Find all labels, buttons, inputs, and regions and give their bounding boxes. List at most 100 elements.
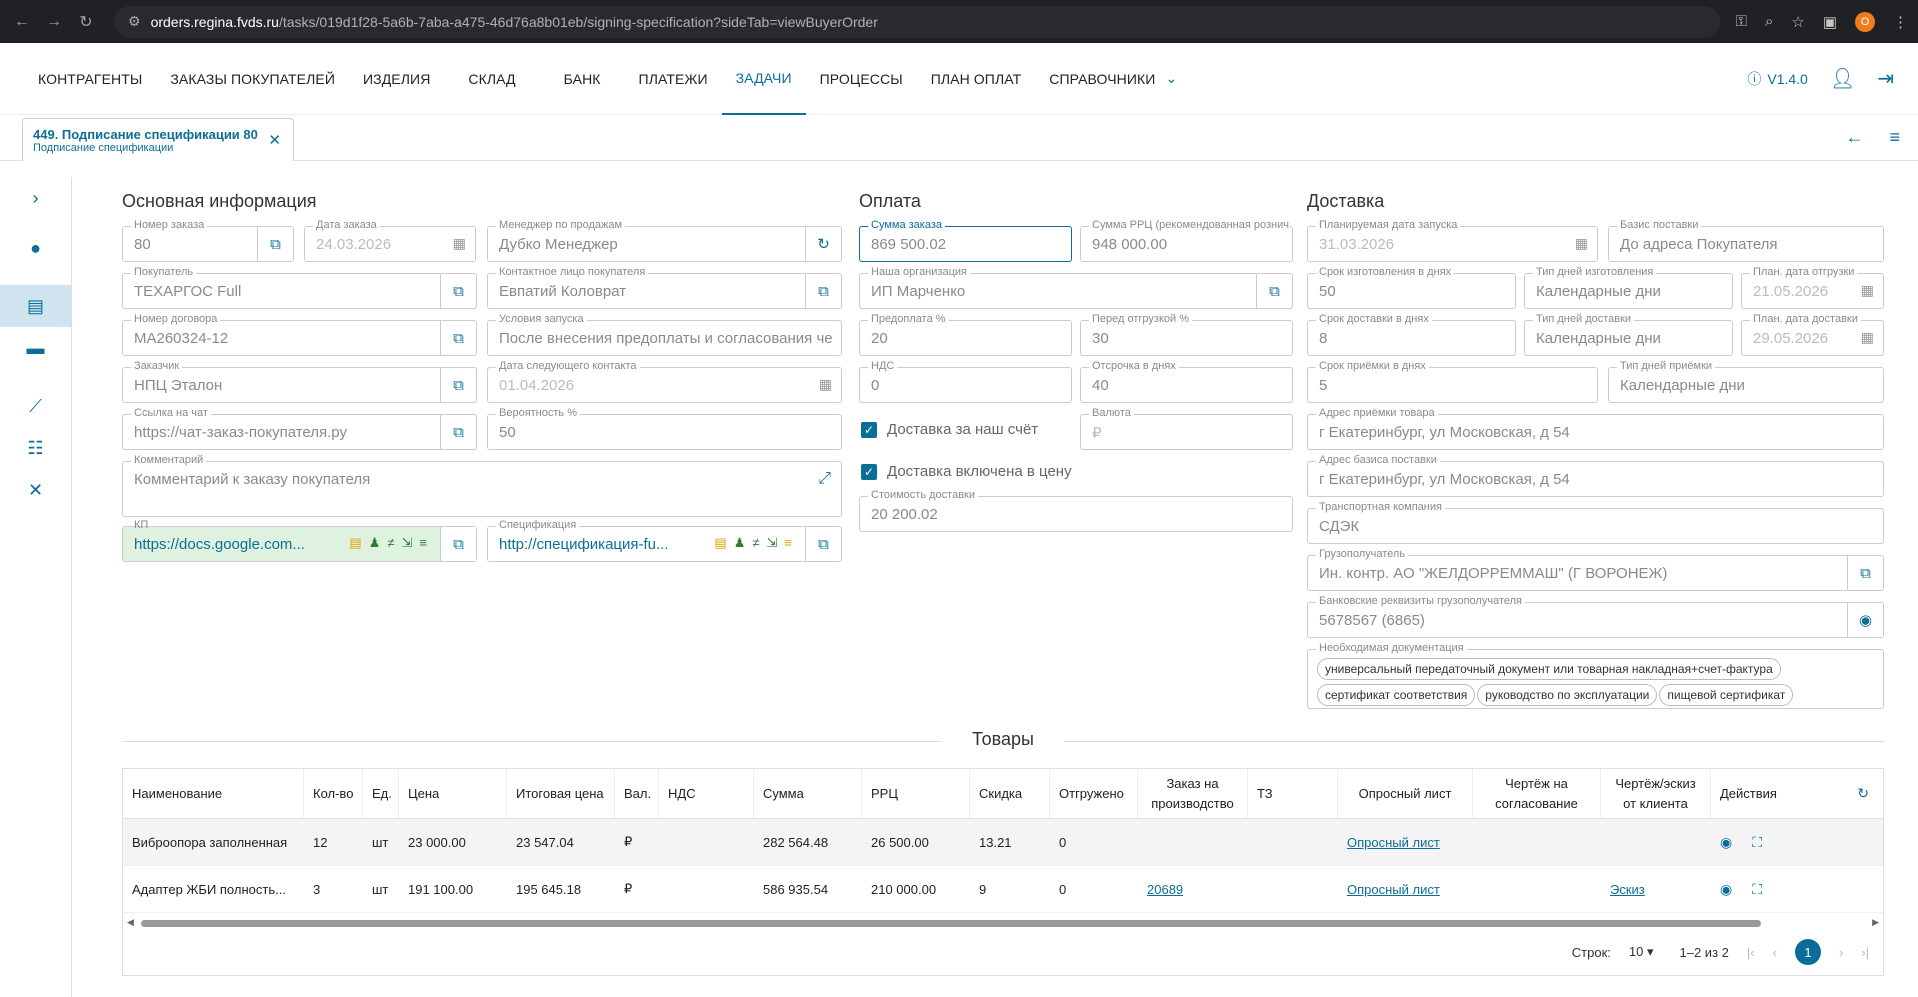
kp-field[interactable]: КП https://docs.google.com... ▤♟≠⇲≡ ⧉ <box>122 519 477 562</box>
open-link-icon[interactable]: ⧉ <box>440 274 476 308</box>
before-ship-field[interactable]: Перед отгрузкой % 30 <box>1080 313 1293 356</box>
refresh-icon[interactable]: ↻ <box>1857 785 1869 802</box>
doc-chip[interactable]: пищевой сертификат <box>1659 684 1794 706</box>
table-row[interactable]: Виброопора заполненная 12 шт 23 000.00 2… <box>123 819 1883 866</box>
next-page-icon[interactable]: › <box>1839 945 1843 960</box>
sign-in-icon[interactable]: ⇲ <box>767 535 785 550</box>
doc-chip[interactable]: руководство по эксплуатации <box>1477 684 1658 706</box>
nav-payments[interactable]: ПЛАТЕЖИ <box>625 43 722 115</box>
scroll-thumb[interactable] <box>141 920 1761 927</box>
probability-field[interactable]: Вероятность % 50 <box>487 407 842 450</box>
address-bar[interactable]: ⚙ orders.regina.fvds.ru/tasks/019d1f28-5… <box>114 5 1720 38</box>
col-header[interactable]: РРЦ <box>862 769 970 818</box>
contact-field[interactable]: Контактное лицо покупателя Евпатий Коловр… <box>487 266 842 309</box>
comment-field[interactable]: Комментарий Комментарий к заказу покупате… <box>122 454 842 517</box>
arrow-left-icon[interactable]: ← <box>1845 127 1863 148</box>
nav-kontragenty[interactable]: КОНТРАГЕНТЫ <box>24 43 156 115</box>
eye-icon[interactable]: ◉ <box>1847 603 1883 637</box>
col-header[interactable]: Ед. <box>363 769 399 818</box>
acc-days-field[interactable]: Срок приёмки в днях 5 <box>1307 360 1598 403</box>
open-link-icon[interactable]: ⧉ <box>1847 556 1883 590</box>
scroll-right-icon[interactable]: ▶ <box>1872 917 1879 928</box>
forward-icon[interactable]: → <box>42 13 66 31</box>
bank-field[interactable]: Банковские реквизиты грузополучателя 5678… <box>1307 595 1884 638</box>
rows-per-page-select[interactable]: 10 ▾ <box>1629 944 1654 960</box>
contract-field[interactable]: Номер договора МА260324-12 ⧉ <box>122 313 477 356</box>
refresh-icon[interactable]: ↻ <box>805 227 841 261</box>
page-button[interactable]: 1 <box>1794 939 1821 965</box>
reject-icon[interactable]: ≠ <box>387 535 401 550</box>
doc-chip[interactable]: сертификат соответствия <box>1317 684 1476 706</box>
order-no-field[interactable]: Номер заказа 80 ⧉ <box>122 219 294 262</box>
open-link-icon[interactable]: ⧉ <box>440 527 476 561</box>
open-link-icon[interactable]: ⧉ <box>440 321 476 355</box>
prepay-field[interactable]: Предоплата % 20 <box>859 313 1072 356</box>
star-icon[interactable]: ☆ <box>1791 13 1804 31</box>
zoom-icon[interactable]: ⌕ <box>1765 13 1773 30</box>
nav-references[interactable]: СПРАВОЧНИКИ ⌄ <box>1035 43 1191 115</box>
acc-addr-field[interactable]: Адрес приёмки товара г Екатеринбург, ул М… <box>1307 407 1884 450</box>
rrc-sum-field[interactable]: Сумма РРЦ (рекомендованная розничная цен… <box>1080 219 1293 262</box>
next-contact-field[interactable]: Дата следующего контакта 01.04.2026 ▦ <box>487 360 842 403</box>
open-link-icon[interactable]: ⧉ <box>805 274 841 308</box>
doc-chip[interactable]: универсальный передаточный документ или … <box>1317 658 1781 680</box>
nav-processes[interactable]: ПРОЦЕССЫ <box>806 43 917 115</box>
cell-survey-link[interactable]: Опросный лист <box>1338 835 1473 850</box>
chat-icon[interactable]: ▬ <box>0 327 71 369</box>
hamburger-icon[interactable]: ≡ <box>1889 127 1900 148</box>
acc-type-field[interactable]: Тип дней приёмки Календарные дни <box>1608 360 1884 403</box>
col-header[interactable]: Чертёж/эскиз от клиента <box>1601 769 1711 818</box>
col-header[interactable]: Вал. <box>615 769 659 818</box>
del-date-field[interactable]: План. дата доставки 29.05.2026 ▦ <box>1741 313 1884 356</box>
chat-link-field[interactable]: Ссылка на чат https://чат-заказ-покупател… <box>122 407 477 450</box>
tasks-list-icon[interactable]: ☷ <box>0 427 71 469</box>
col-header[interactable]: Отгружено <box>1050 769 1138 818</box>
profile-avatar[interactable]: O <box>1855 11 1875 32</box>
manager-field[interactable]: Менеджер по продажам Дубко Менеджер ↻ <box>487 219 842 262</box>
doc-icon[interactable]: ▤ <box>349 535 368 550</box>
fullscreen-icon[interactable]: ⛶ <box>1752 881 1762 898</box>
reject-icon[interactable]: ≠ <box>752 535 766 550</box>
cell-survey-link[interactable]: Опросный лист <box>1338 882 1473 897</box>
open-link-icon[interactable]: ⧉ <box>257 227 293 261</box>
horizontal-scrollbar[interactable]: ◀ ▶ <box>123 917 1883 929</box>
basis-field[interactable]: Базис поставки До адреса Покупателя <box>1608 219 1884 262</box>
kp-value[interactable]: https://docs.google.com... <box>134 536 316 553</box>
spec-value[interactable]: http://спецификация-fu... <box>499 536 681 553</box>
del-days-field[interactable]: Срок доставки в днях 8 <box>1307 313 1516 356</box>
cell-prod-order[interactable]: 20689 <box>1138 882 1248 897</box>
approve-icon[interactable]: ≡ <box>784 535 799 550</box>
currency-field[interactable]: Валюта ₽ <box>1080 407 1293 450</box>
open-link-icon[interactable]: ⧉ <box>440 368 476 402</box>
scroll-left-icon[interactable]: ◀ <box>127 917 134 928</box>
launch-date-field[interactable]: Планируемая дата запуска 31.03.2026 ▦ <box>1307 219 1598 262</box>
info-circle-icon[interactable]: ● <box>0 227 71 269</box>
reload-icon[interactable]: ↻ <box>74 12 98 32</box>
basis-addr-field[interactable]: Адрес базиса поставки г Екатеринбург, ул … <box>1307 454 1884 497</box>
eye-icon[interactable]: ◉ <box>1720 881 1732 898</box>
logout-icon[interactable]: ⇥ <box>1877 66 1894 91</box>
delivery-cost-field[interactable]: Стоимость доставки 20 200.02 <box>859 489 1293 532</box>
order-date-field[interactable]: Дата заказа 24.03.2026 ▦ <box>304 219 476 262</box>
org-field[interactable]: Наша организация ИП Марченко ⧉ <box>859 266 1293 309</box>
col-header[interactable]: Цена <box>399 769 507 818</box>
delivery-ours-checkbox[interactable]: ✓ Доставка за наш счёт <box>861 421 1038 438</box>
buyer-field[interactable]: Покупатель ТЕХАРГОС Full ⧉ <box>122 266 477 309</box>
docs-field[interactable]: Необходимая документация универсальный п… <box>1307 642 1884 709</box>
last-page-icon[interactable]: ›| <box>1861 945 1869 960</box>
tools-icon[interactable]: ✕ <box>0 469 71 511</box>
user-check-icon[interactable]: ♟ <box>369 535 388 550</box>
user-check-icon[interactable]: ♟ <box>734 535 753 550</box>
col-header[interactable]: ТЗ <box>1248 769 1338 818</box>
consignee-field[interactable]: Грузополучатель Ин. контр. АО "ЖЕЛДОРРЕММ… <box>1307 548 1884 591</box>
nav-warehouse[interactable]: СКЛАД <box>444 43 539 115</box>
prev-page-icon[interactable]: ‹ <box>1773 945 1777 960</box>
nav-bank[interactable]: БАНК <box>540 43 625 115</box>
ship-date-field[interactable]: План. дата отгрузки 21.05.2026 ▦ <box>1741 266 1884 309</box>
order-sum-field[interactable]: Сумма заказа 869 500.02 <box>859 219 1072 262</box>
open-link-icon[interactable]: ⧉ <box>805 527 841 561</box>
customer-field[interactable]: Заказчик НПЦ Эталон ⧉ <box>122 360 477 403</box>
site-info-icon[interactable]: ⚙ <box>128 13 141 30</box>
cell-sketch[interactable]: Эскиз <box>1601 882 1711 897</box>
open-link-icon[interactable]: ⧉ <box>1256 274 1292 308</box>
